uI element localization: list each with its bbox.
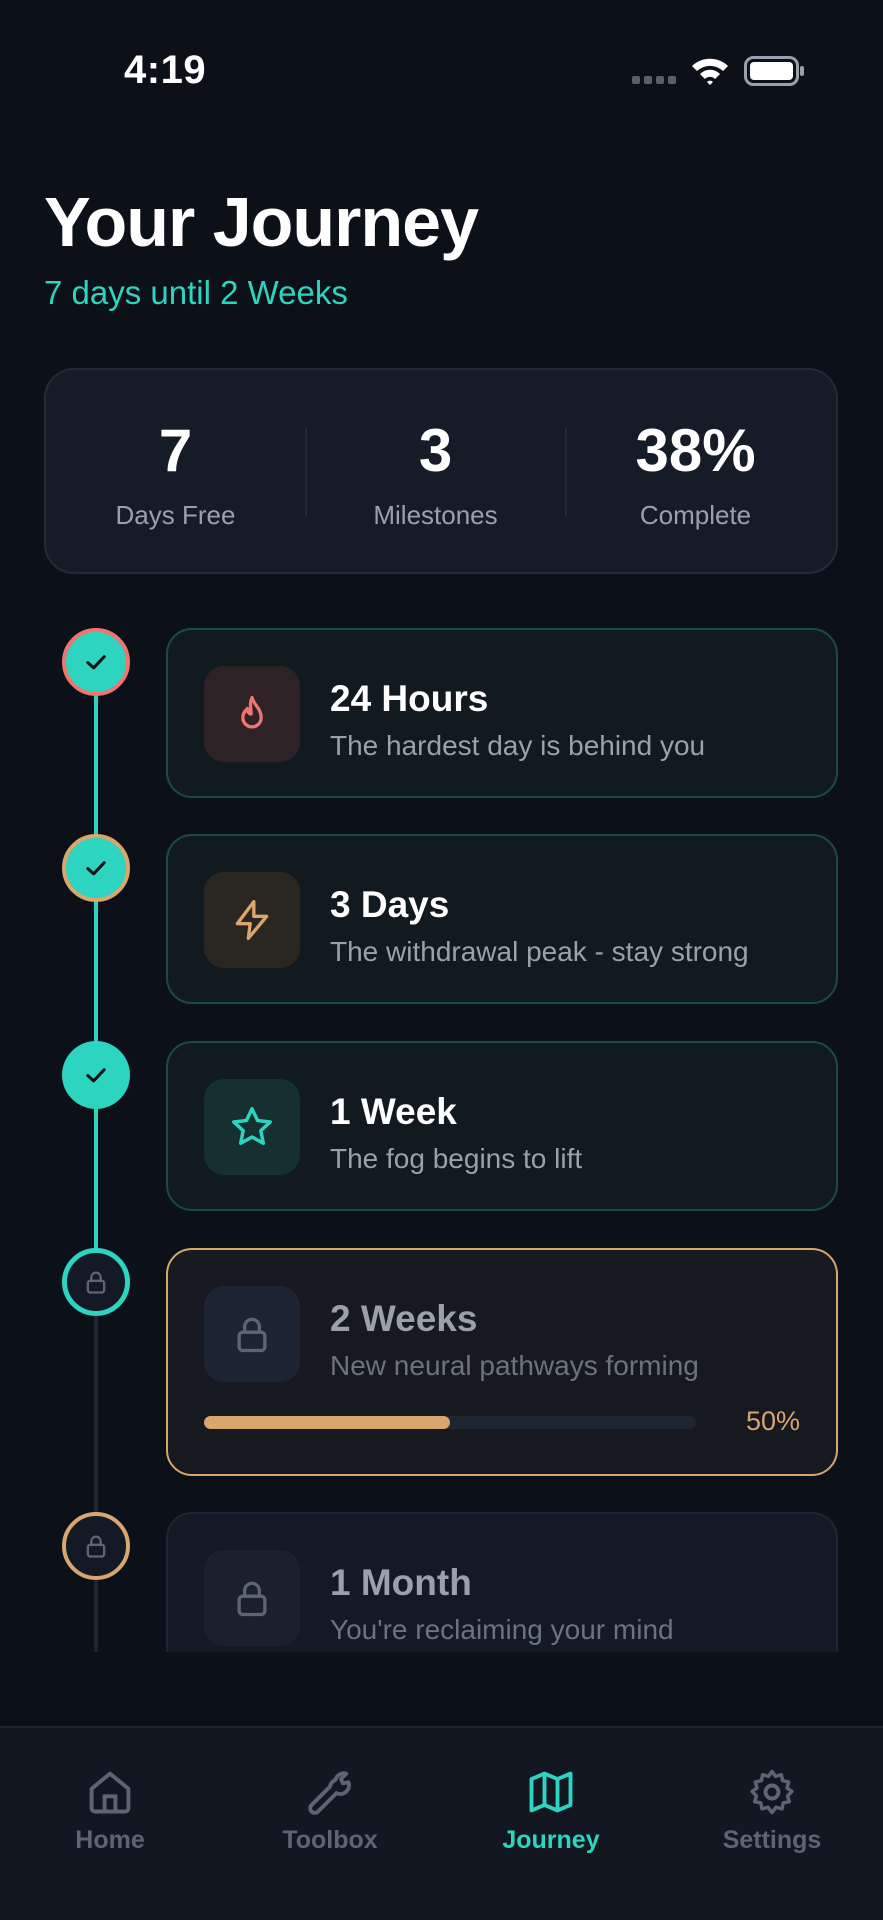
stat-value: 3 [418, 417, 453, 484]
gear-icon [750, 1769, 794, 1815]
tab-journey[interactable]: Journey [461, 1766, 641, 1855]
lock-icon [86, 1271, 106, 1294]
tab-settings[interactable]: Settings [682, 1766, 862, 1855]
timeline-line-completed [94, 662, 98, 1282]
tab-label: Toolbox [282, 1826, 378, 1854]
milestone-node-locked [62, 1512, 130, 1580]
wrench-icon [308, 1771, 351, 1815]
page-title: Your Journey [44, 183, 479, 261]
milestone-description: The fog begins to lift [330, 1143, 583, 1174]
check-icon [86, 655, 106, 670]
milestone-description: The withdrawal peak - stay strong [330, 936, 749, 967]
milestone-progress-bar [204, 1416, 696, 1429]
milestone-card-1-month[interactable]: 1 Month You're reclaiming your mind [166, 1512, 838, 1652]
tab-toolbox[interactable]: Toolbox [240, 1766, 420, 1855]
milestone-timeline: 24 Hours The hardest day is behind you 3… [0, 620, 883, 1652]
milestone-title: 2 Weeks [330, 1298, 478, 1339]
milestone-card-3-days[interactable]: 3 Days The withdrawal peak - stay strong [166, 834, 838, 1004]
milestone-card-1-week[interactable]: 1 Week The fog begins to lift [166, 1041, 838, 1211]
lock-icon [237, 1317, 267, 1353]
star-icon [232, 1107, 272, 1146]
stat-value: 7 [158, 417, 193, 484]
lock-icon [86, 1535, 106, 1558]
stats-card: 7 Days Free 3 Milestones 38% Complete [44, 368, 838, 574]
milestone-title: 1 Month [330, 1562, 472, 1603]
page-subtitle: 7 days until 2 Weeks [44, 274, 348, 311]
stat-milestones: 3 Milestones [306, 370, 565, 576]
milestone-description: New neural pathways forming [330, 1350, 699, 1381]
milestone-card-2-weeks[interactable]: 2 Weeks New neural pathways forming 50% [166, 1248, 838, 1476]
milestone-description: You're reclaiming your mind [330, 1614, 674, 1645]
lock-icon [237, 1581, 267, 1617]
flame-icon [241, 695, 263, 729]
milestone-icon-box [204, 666, 300, 762]
stat-value: 38% [635, 417, 756, 484]
tab-label: Journey [502, 1826, 600, 1854]
timeline-line-locked [94, 1282, 98, 1652]
milestone-title: 1 Week [330, 1091, 457, 1132]
check-icon [86, 1068, 106, 1083]
milestone-title: 24 Hours [330, 678, 489, 719]
milestone-icon-box [204, 1286, 300, 1382]
cellular-signal-icon [632, 76, 676, 84]
status-time: 4:19 [124, 48, 207, 92]
wifi-icon [692, 58, 728, 85]
stat-complete: 38% Complete [566, 370, 825, 576]
milestone-icon-box [204, 1550, 300, 1646]
milestone-progress-label: 50% [745, 1406, 800, 1436]
milestone-icon-box [204, 872, 300, 968]
milestone-description: The hardest day is behind you [330, 730, 706, 761]
stat-days-free: 7 Days Free [46, 370, 305, 576]
milestone-node-completed [62, 1041, 130, 1109]
check-icon [86, 861, 106, 876]
stat-label: Milestones [373, 500, 498, 530]
stat-label: Complete [639, 500, 752, 530]
lightning-icon [235, 900, 269, 940]
home-icon [89, 1771, 131, 1814]
map-icon [529, 1771, 573, 1813]
battery-icon [744, 56, 804, 86]
status-bar: 4:19 [0, 0, 883, 140]
milestone-node-current [62, 1248, 130, 1316]
milestone-progress-fill [204, 1416, 450, 1429]
tab-label: Settings [722, 1826, 822, 1854]
tab-home[interactable]: Home [20, 1766, 200, 1855]
milestone-node-completed [62, 834, 130, 902]
milestone-title: 3 Days [330, 884, 450, 925]
milestone-node-completed [62, 628, 130, 696]
milestone-icon-box [204, 1079, 300, 1175]
tab-bar: Home Toolbox Journey Settings [0, 1726, 883, 1920]
milestone-card-24-hours[interactable]: 24 Hours The hardest day is behind you [166, 628, 838, 798]
stat-label: Days Free [115, 500, 236, 530]
tab-label: Home [75, 1826, 145, 1854]
